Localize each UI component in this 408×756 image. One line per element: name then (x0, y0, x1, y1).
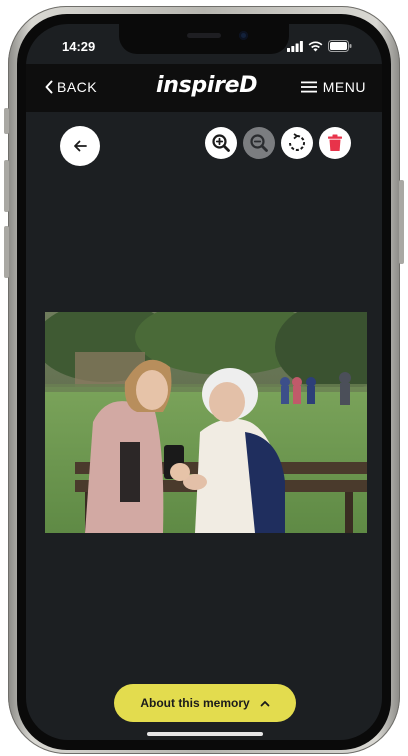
status-icons (287, 40, 352, 52)
wifi-icon (308, 40, 323, 51)
notch (119, 24, 289, 54)
arrow-left-icon (74, 140, 87, 152)
close-viewer-button[interactable] (60, 126, 100, 166)
app-logo: inspireD (156, 73, 258, 98)
zoom-in-button[interactable] (205, 127, 237, 159)
rotate-button[interactable] (281, 127, 313, 159)
chevron-left-icon (45, 80, 53, 94)
memory-photo-illustration (45, 312, 367, 533)
zoom-in-icon (212, 134, 230, 152)
memory-photo[interactable] (45, 312, 367, 533)
zoom-out-button[interactable] (243, 127, 275, 159)
volume-down-button (4, 226, 9, 278)
home-indicator[interactable] (147, 732, 263, 736)
back-button[interactable]: BACK (44, 79, 97, 95)
trash-icon (328, 134, 342, 151)
delete-button[interactable] (319, 127, 351, 159)
battery-icon (328, 40, 352, 52)
hamburger-icon (300, 81, 317, 93)
about-memory-label: About this memory (140, 696, 250, 710)
menu-label: MENU (322, 79, 366, 95)
rotate-icon (289, 133, 305, 151)
speaker-grille (187, 33, 221, 38)
mute-switch (4, 108, 9, 134)
volume-up-button (4, 160, 9, 212)
menu-button[interactable]: MENU (300, 79, 366, 95)
back-label: BACK (57, 79, 98, 95)
top-nav-bar: BACK inspireD MENU (26, 64, 382, 112)
front-camera (239, 31, 248, 40)
about-memory-button[interactable]: About this memory (114, 684, 296, 722)
status-time: 14:29 (62, 39, 96, 54)
app-screen: 14:29 BACK inspireD MENU About this memo… (26, 24, 382, 740)
signal-icon (287, 40, 303, 52)
power-button (399, 180, 404, 264)
chevron-up-icon (260, 700, 270, 706)
zoom-out-icon (250, 134, 268, 152)
